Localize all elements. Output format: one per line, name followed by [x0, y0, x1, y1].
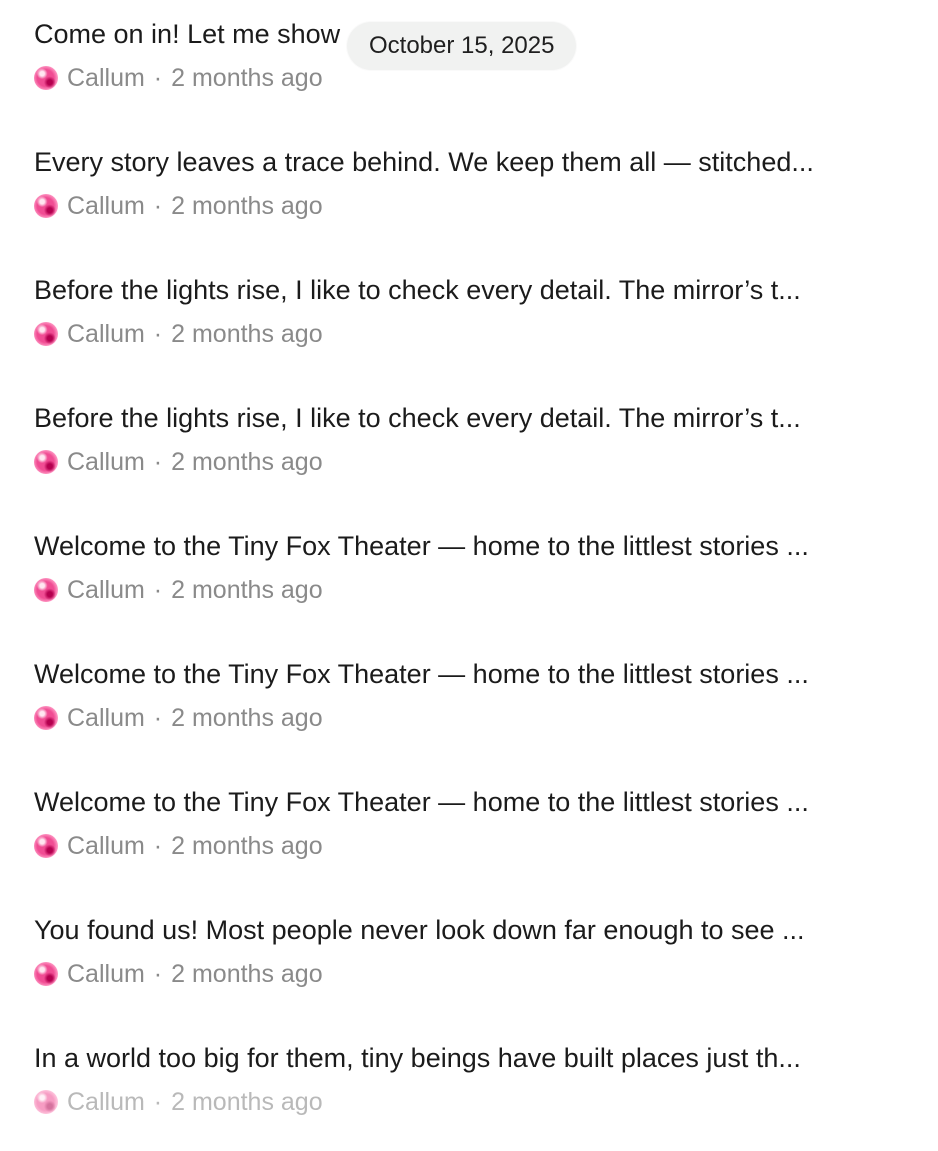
list-item[interactable]: Every story leaves a trace behind. We ke… [34, 145, 904, 255]
author-name: Callum [67, 1087, 145, 1116]
avatar-icon [34, 834, 58, 858]
item-title: Before the lights rise, I like to check … [34, 275, 801, 305]
item-meta: Callum · 2 months ago [34, 573, 323, 607]
avatar-icon [34, 962, 58, 986]
author-name: Callum [67, 703, 145, 732]
separator: · [153, 191, 163, 220]
separator: · [153, 63, 163, 92]
timestamp: 2 months ago [171, 575, 323, 604]
separator: · [153, 703, 163, 732]
item-meta: Callum · 2 months ago [34, 1085, 323, 1119]
list-item[interactable]: You found us! Most people never look dow… [34, 913, 904, 1023]
item-title: Before the lights rise, I like to check … [34, 403, 801, 433]
item-title: Welcome to the Tiny Fox Theater — home t… [34, 531, 809, 561]
author-name: Callum [67, 575, 145, 604]
timestamp: 2 months ago [171, 63, 323, 92]
separator: · [153, 959, 163, 988]
item-title: You found us! Most people never look dow… [34, 915, 805, 945]
item-title: In a world too big for them, tiny beings… [34, 1043, 801, 1073]
timestamp: 2 months ago [171, 703, 323, 732]
author-name: Callum [67, 447, 145, 476]
author-name: Callum [67, 191, 145, 220]
avatar-icon [34, 450, 58, 474]
separator: · [153, 1087, 163, 1116]
timestamp: 2 months ago [171, 191, 323, 220]
item-meta: Callum · 2 months ago [34, 317, 323, 351]
separator: · [153, 831, 163, 860]
timestamp: 2 months ago [171, 447, 323, 476]
list-item[interactable]: Welcome to the Tiny Fox Theater — home t… [34, 657, 904, 767]
separator: · [153, 575, 163, 604]
avatar-icon [34, 706, 58, 730]
item-title: Every story leaves a trace behind. We ke… [34, 147, 814, 177]
list-item[interactable]: Before the lights rise, I like to check … [34, 401, 904, 511]
author-name: Callum [67, 319, 145, 348]
avatar-icon [34, 1090, 58, 1114]
timestamp: 2 months ago [171, 959, 323, 988]
item-meta: Callum · 2 months ago [34, 829, 323, 863]
item-meta: Callum · 2 months ago [34, 957, 323, 991]
author-name: Callum [67, 63, 145, 92]
list-item[interactable]: Welcome to the Tiny Fox Theater — home t… [34, 529, 904, 639]
avatar-icon [34, 322, 58, 346]
separator: · [153, 447, 163, 476]
date-pill: October 15, 2025 [347, 22, 577, 70]
author-name: Callum [67, 831, 145, 860]
list-item[interactable]: Before the lights rise, I like to check … [34, 273, 904, 383]
avatar-icon [34, 578, 58, 602]
item-meta: Callum · 2 months ago [34, 701, 323, 735]
avatar-icon [34, 194, 58, 218]
list-item[interactable]: In a world too big for them, tiny beings… [34, 1041, 904, 1151]
separator: · [153, 319, 163, 348]
timestamp: 2 months ago [171, 319, 323, 348]
timestamp: 2 months ago [171, 1087, 323, 1116]
item-meta: Callum · 2 months ago [34, 61, 323, 95]
item-meta: Callum · 2 months ago [34, 189, 323, 223]
list-item[interactable]: Welcome to the Tiny Fox Theater — home t… [34, 785, 904, 895]
item-meta: Callum · 2 months ago [34, 445, 323, 479]
item-title: Welcome to the Tiny Fox Theater — home t… [34, 659, 809, 689]
author-name: Callum [67, 959, 145, 988]
avatar-icon [34, 66, 58, 90]
item-title: Welcome to the Tiny Fox Theater — home t… [34, 787, 809, 817]
timestamp: 2 months ago [171, 831, 323, 860]
